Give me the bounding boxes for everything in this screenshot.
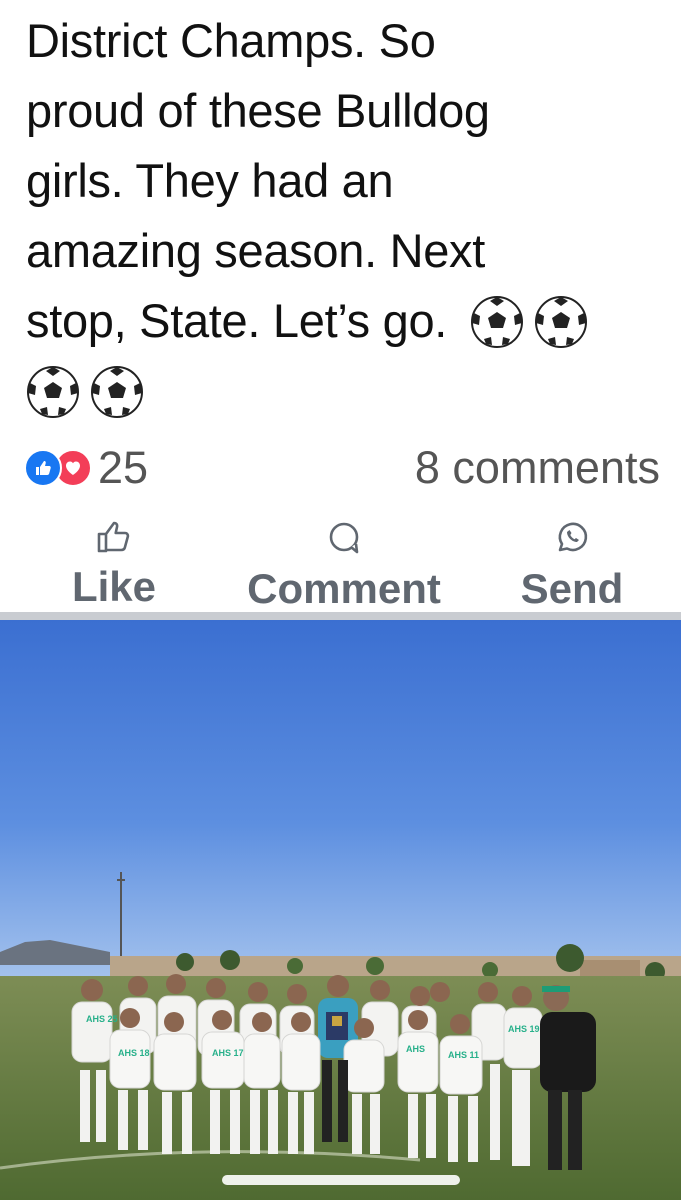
jersey-number: AHS 11 [448,1050,479,1060]
comment-label: Comment [247,565,441,612]
send-label: Send [520,565,624,612]
like-button[interactable]: Like [48,520,180,610]
soccer-ball-icon [534,296,587,348]
jersey-number: AHS 25 [86,1014,118,1024]
like-reaction-icon [24,449,62,487]
action-bar: Like Comment Send [0,520,681,612]
post-text-line: girls. They had an [26,154,394,207]
soccer-ball-icon [91,366,143,418]
team-photo[interactable]: AHS 25 AHS 18 AHS 17 AHS 11 AHS 19 AHS [0,620,681,1200]
post-text-line [26,356,666,426]
soccer-ball-icon [470,296,523,348]
jersey-number: AHS 17 [212,1048,244,1058]
like-label: Like [71,563,157,610]
comment-button[interactable]: Comment [226,520,462,612]
comment-bubble-icon [329,522,359,554]
post-text-line: proud of these Bulldog [26,84,490,137]
reactions-summary[interactable]: 25 [24,438,148,498]
comments-count[interactable]: 8 comments [415,438,660,498]
team-photo-image: AHS 25 AHS 18 AHS 17 AHS 11 AHS 19 AHS [0,620,681,1200]
jersey-number: AHS 18 [118,1048,150,1058]
post-text-line: amazing season. Next [26,224,486,277]
soccer-ball-icon [27,366,79,418]
reaction-count: 25 [98,442,149,493]
post-text-line: District Champs. So [26,14,436,67]
whatsapp-send-icon [558,522,588,552]
post-divider [0,612,681,620]
thumbs-up-icon [97,521,130,553]
jersey-number: AHS [406,1044,425,1054]
send-button[interactable]: Send [506,520,638,612]
jersey-number: AHS 19 [508,1024,540,1034]
post-text-line: stop, State. Let’s go. [26,286,666,356]
home-indicator [222,1175,460,1185]
post-stats: 25 8 comments [24,438,660,498]
post-text: District Champs. So proud of these Bulld… [26,6,666,426]
